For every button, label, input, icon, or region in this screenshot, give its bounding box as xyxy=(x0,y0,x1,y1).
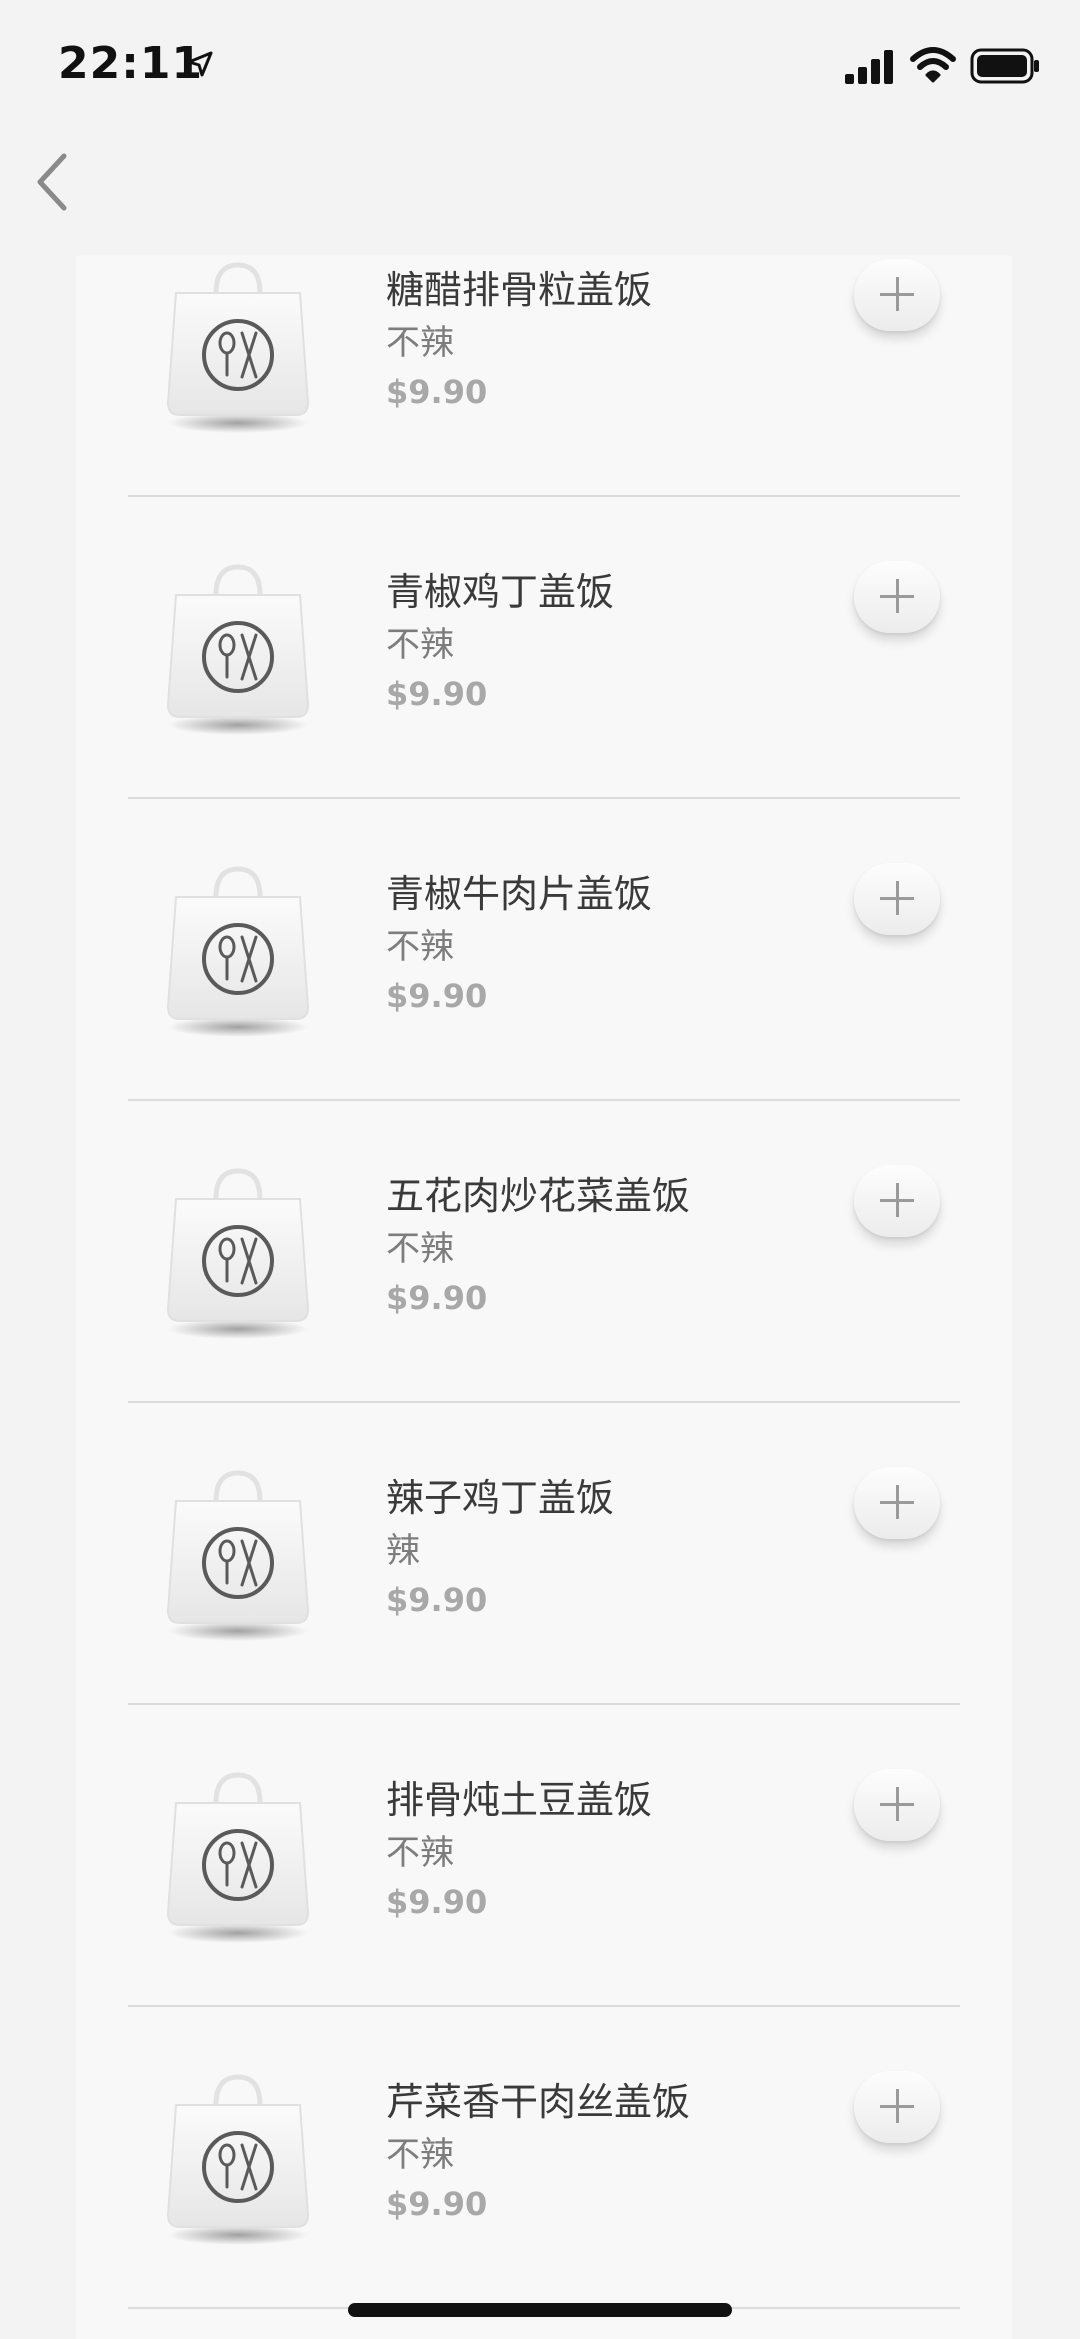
plus-icon-stroke xyxy=(896,579,899,613)
item-spice-level: 不辣 xyxy=(386,323,454,363)
item-spice-level: 辣 xyxy=(386,1531,420,1571)
shopping-bag-utensils-icon xyxy=(166,2074,310,2245)
home-indicator xyxy=(348,2303,732,2317)
item-price: $9.90 xyxy=(386,373,488,411)
item-name: 青椒鸡丁盖饭 xyxy=(386,570,615,614)
item-name: 青椒牛肉片盖饭 xyxy=(386,872,653,916)
shopping-bag-utensils-icon xyxy=(166,1470,310,1641)
plus-icon-stroke xyxy=(896,2089,899,2123)
item-price: $9.90 xyxy=(386,1279,488,1317)
add-to-cart-button[interactable] xyxy=(854,1165,940,1237)
item-spice-level: 不辣 xyxy=(386,625,454,665)
shopping-bag-utensils-icon xyxy=(166,564,310,735)
plus-icon-stroke xyxy=(896,1787,899,1821)
add-to-cart-button[interactable] xyxy=(854,1467,940,1539)
item-spice-level: 不辣 xyxy=(386,1833,454,1873)
item-name: 五花肉炒花菜盖饭 xyxy=(386,1174,691,1218)
item-name: 排骨炖土豆盖饭 xyxy=(386,1778,653,1822)
status-time: 22:11 xyxy=(58,38,204,89)
shopping-bag-utensils-icon xyxy=(166,866,310,1037)
menu-item: 五花肉炒花菜盖饭 不辣 $9.90 xyxy=(76,1101,1012,1403)
plus-icon-stroke xyxy=(896,277,899,311)
item-price: $9.90 xyxy=(386,675,488,713)
screen: 22:11 糖醋排骨粒盖饭 不辣 $9.90 青椒鸡丁盖饭 不辣 $9.90 青… xyxy=(0,0,1080,2339)
cellular-signal-icon xyxy=(845,50,893,84)
menu-item: 辣子鸡丁盖饭 辣 $9.90 xyxy=(76,1403,1012,1705)
battery-icon xyxy=(970,48,1039,84)
item-price: $9.90 xyxy=(386,977,488,1015)
item-price: $9.90 xyxy=(386,2185,488,2223)
item-spice-level: 不辣 xyxy=(386,2135,454,2175)
location-arrow-icon xyxy=(187,51,213,77)
back-button[interactable] xyxy=(30,150,80,214)
menu-item: 糖醋排骨粒盖饭 不辣 $9.90 xyxy=(76,195,1012,497)
item-price: $9.90 xyxy=(386,1883,488,1921)
item-spice-level: 不辣 xyxy=(386,1229,454,1269)
menu-item: 青椒牛肉片盖饭 不辣 $9.90 xyxy=(76,799,1012,1101)
add-to-cart-button[interactable] xyxy=(854,259,940,331)
item-name: 辣子鸡丁盖饭 xyxy=(386,1476,615,1520)
shopping-bag-utensils-icon xyxy=(166,1168,310,1339)
plus-icon-stroke xyxy=(896,1183,899,1217)
chevron-left-icon xyxy=(37,153,67,211)
plus-icon-stroke xyxy=(896,1485,899,1519)
status-bar: 22:11 xyxy=(0,0,1080,130)
shopping-bag-utensils-icon xyxy=(166,1772,310,1943)
menu-item: 排骨炖土豆盖饭 不辣 $9.90 xyxy=(76,1705,1012,2007)
plus-icon-stroke xyxy=(896,881,899,915)
add-to-cart-button[interactable] xyxy=(854,561,940,633)
item-name: 糖醋排骨粒盖饭 xyxy=(386,268,653,312)
menu-item: 芹菜香干肉丝盖饭 不辣 $9.90 xyxy=(76,2007,1012,2309)
menu-list-card: 糖醋排骨粒盖饭 不辣 $9.90 青椒鸡丁盖饭 不辣 $9.90 青椒牛肉片盖饭… xyxy=(76,255,1012,2339)
menu-item: 青椒鸡丁盖饭 不辣 $9.90 xyxy=(76,497,1012,799)
shopping-bag-utensils-icon xyxy=(166,262,310,433)
add-to-cart-button[interactable] xyxy=(854,863,940,935)
add-to-cart-button[interactable] xyxy=(854,1769,940,1841)
wifi-icon xyxy=(910,47,956,83)
item-price: $9.90 xyxy=(386,1581,488,1619)
item-spice-level: 不辣 xyxy=(386,927,454,967)
item-name: 芹菜香干肉丝盖饭 xyxy=(386,2080,691,2124)
add-to-cart-button[interactable] xyxy=(854,2071,940,2143)
